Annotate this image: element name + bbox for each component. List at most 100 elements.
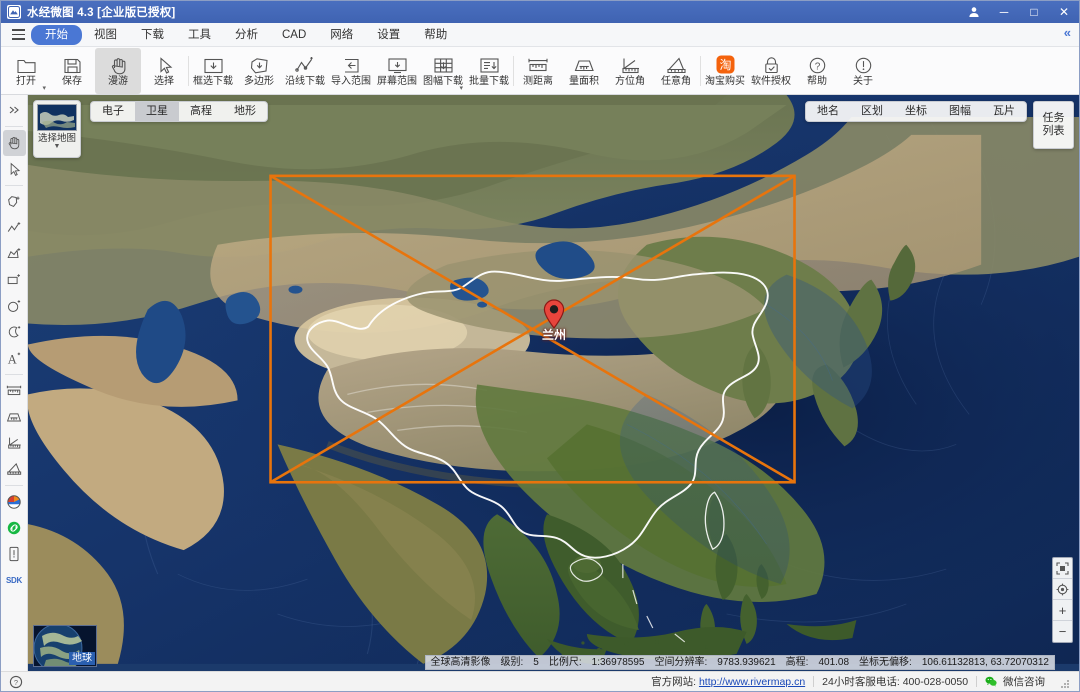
tool-measure-distance[interactable]: 测距离 xyxy=(515,48,561,94)
menu-item-download[interactable]: 下载 xyxy=(129,25,176,45)
menu-item-settings[interactable]: 设置 xyxy=(365,25,412,45)
menu-item-analysis[interactable]: 分析 xyxy=(223,25,270,45)
tool-measure-area[interactable]: 量面积 xyxy=(561,48,607,94)
sdk-icon[interactable]: SDK xyxy=(3,567,26,593)
chevron-down-icon[interactable]: ▼ xyxy=(54,143,61,150)
status-coords-value: 106.61132813, 63.72070312 xyxy=(921,657,1049,668)
folder-open-icon xyxy=(16,53,37,75)
sheet-download-icon xyxy=(432,53,455,75)
zoom-in-button[interactable]: + xyxy=(1053,600,1072,621)
footer-site: 官方网站: http://www.rivermap.cn xyxy=(643,673,813,691)
overlay-tab-coordinate[interactable]: 坐标 xyxy=(894,102,938,121)
maximize-button[interactable]: □ xyxy=(1019,1,1049,23)
menu-item-start[interactable]: 开始 xyxy=(31,24,82,45)
overlay-tab-sheet[interactable]: 图幅 xyxy=(938,102,982,121)
menu-item-help[interactable]: 帮助 xyxy=(412,25,459,45)
link-green-icon[interactable] xyxy=(3,515,26,541)
tool-about[interactable]: 关于 xyxy=(840,48,886,94)
status-scale-key: 比例尺: xyxy=(548,657,582,668)
menu-item-tools[interactable]: 工具 xyxy=(176,25,223,45)
satellite-map-canvas[interactable] xyxy=(28,95,1079,664)
layer-tab-satellite[interactable]: 卫星 xyxy=(135,102,179,121)
cursor-arrow-icon[interactable] xyxy=(3,156,26,182)
collapse-ribbon-icon[interactable]: « xyxy=(1064,25,1071,40)
tool-taobao-buy[interactable]: 淘 淘宝购买 xyxy=(702,48,748,94)
map-picker[interactable]: 选择地图 ▼ xyxy=(33,100,81,158)
layer-tab-electronic[interactable]: 电子 xyxy=(91,102,135,121)
map-view[interactable]: 选择地图 ▼ 电子 卫星 高程 地形 地名 区划 坐标 图幅 瓦片 任务列表 兰… xyxy=(28,95,1079,671)
close-button[interactable]: ✕ xyxy=(1049,1,1079,23)
hamburger-menu-icon[interactable] xyxy=(5,24,31,46)
zoom-out-button[interactable]: − xyxy=(1053,621,1072,642)
tool-azimuth[interactable]: 方位角 xyxy=(607,48,653,94)
resize-grip[interactable] xyxy=(1057,676,1069,688)
tool-select[interactable]: 选择 xyxy=(141,48,187,94)
mobile-device-icon[interactable] xyxy=(3,541,26,567)
polyline-download-icon xyxy=(294,53,317,75)
tool-batch-download[interactable]: 批量下载 xyxy=(466,48,512,94)
tool-screen-range[interactable]: 屏幕范围 xyxy=(374,48,420,94)
add-polyline-icon[interactable] xyxy=(3,215,26,241)
tool-sheet-download[interactable]: 图幅下载 ▾ xyxy=(420,48,466,94)
tool-help[interactable]: ? 帮助 xyxy=(794,48,840,94)
tool-label: 导入范围 xyxy=(331,76,371,87)
globe-thumbnail[interactable]: 地球 xyxy=(33,625,97,667)
color-palette-icon[interactable] xyxy=(3,489,26,515)
menu-item-network[interactable]: 网络 xyxy=(318,25,365,45)
tool-label: 选择 xyxy=(154,76,174,87)
status-readout: 全球高清影像 级别: 5 比例尺: 1:36978595 空间分辨率: 9783… xyxy=(424,655,1055,670)
tool-polygon-download[interactable]: 多边形 xyxy=(236,48,282,94)
measure-area-icon[interactable] xyxy=(3,404,26,430)
status-resolution-value: 9783.939621 xyxy=(717,657,776,668)
footer-wechat[interactable]: 微信咨询 xyxy=(977,673,1053,691)
user-account-icon[interactable] xyxy=(959,1,989,23)
center-target-icon[interactable] xyxy=(1053,579,1072,600)
tool-arbitrary-angle[interactable]: 任意角 xyxy=(653,48,699,94)
overlay-tab-tile[interactable]: 瓦片 xyxy=(982,102,1026,121)
overlay-tab-placename[interactable]: 地名 xyxy=(806,102,850,121)
minimize-button[interactable]: ─ xyxy=(989,1,1019,23)
svg-text:?: ? xyxy=(14,678,18,687)
tool-label: 多边形 xyxy=(244,76,274,87)
chevron-down-icon[interactable]: ▾ xyxy=(42,84,46,92)
add-polygon-icon[interactable] xyxy=(3,241,26,267)
map-marker[interactable]: 兰州 xyxy=(524,299,584,343)
measure-distance-icon[interactable] xyxy=(3,378,26,404)
menu-item-cad[interactable]: CAD xyxy=(270,25,318,45)
tool-label: 软件授权 xyxy=(751,76,791,87)
tool-import-range[interactable]: 导入范围 xyxy=(328,48,374,94)
add-rectangle-icon[interactable] xyxy=(3,267,26,293)
tool-open[interactable]: 打开 ▾ xyxy=(3,48,49,94)
arbitrary-angle-icon[interactable] xyxy=(3,456,26,482)
chevron-down-icon[interactable]: ▾ xyxy=(459,84,463,92)
task-list-button[interactable]: 任务列表 xyxy=(1033,101,1074,149)
tool-label: 沿线下载 xyxy=(285,76,325,87)
layer-tab-terrain[interactable]: 地形 xyxy=(223,102,267,121)
expand-right-icon[interactable] xyxy=(3,97,26,123)
add-text-icon[interactable]: A xyxy=(3,345,26,371)
menu-item-view[interactable]: 视图 xyxy=(82,25,129,45)
wechat-icon xyxy=(985,676,997,687)
add-arc-icon[interactable] xyxy=(3,319,26,345)
footer-wechat-label: 微信咨询 xyxy=(1003,675,1045,688)
tool-polyline-download[interactable]: 沿线下载 xyxy=(282,48,328,94)
add-region-icon[interactable] xyxy=(3,189,26,215)
help-circle-icon[interactable]: ? xyxy=(9,675,23,689)
tool-save[interactable]: 保存 xyxy=(49,48,95,94)
azimuth-icon[interactable] xyxy=(3,430,26,456)
footer-site-link[interactable]: http://www.rivermap.cn xyxy=(699,676,805,688)
footer-phone-label: 24小时客服电话: xyxy=(822,675,900,688)
tool-license[interactable]: 软件授权 xyxy=(748,48,794,94)
overlay-tab-district[interactable]: 区划 xyxy=(850,102,894,121)
footer-phone-value: 400-028-0050 xyxy=(902,675,969,688)
tool-label: 淘宝购买 xyxy=(705,76,745,87)
tool-rect-download[interactable]: 框选下载 xyxy=(190,48,236,94)
hand-pan-icon[interactable] xyxy=(2,130,26,156)
fit-extent-icon[interactable] xyxy=(1053,558,1072,579)
tool-label: 漫游 xyxy=(108,76,128,87)
tool-pan[interactable]: 漫游 xyxy=(95,47,141,94)
toolbar-divider xyxy=(188,55,189,86)
add-circle-icon[interactable] xyxy=(3,293,26,319)
svg-text:A: A xyxy=(8,352,17,366)
layer-tab-elevation[interactable]: 高程 xyxy=(179,102,223,121)
